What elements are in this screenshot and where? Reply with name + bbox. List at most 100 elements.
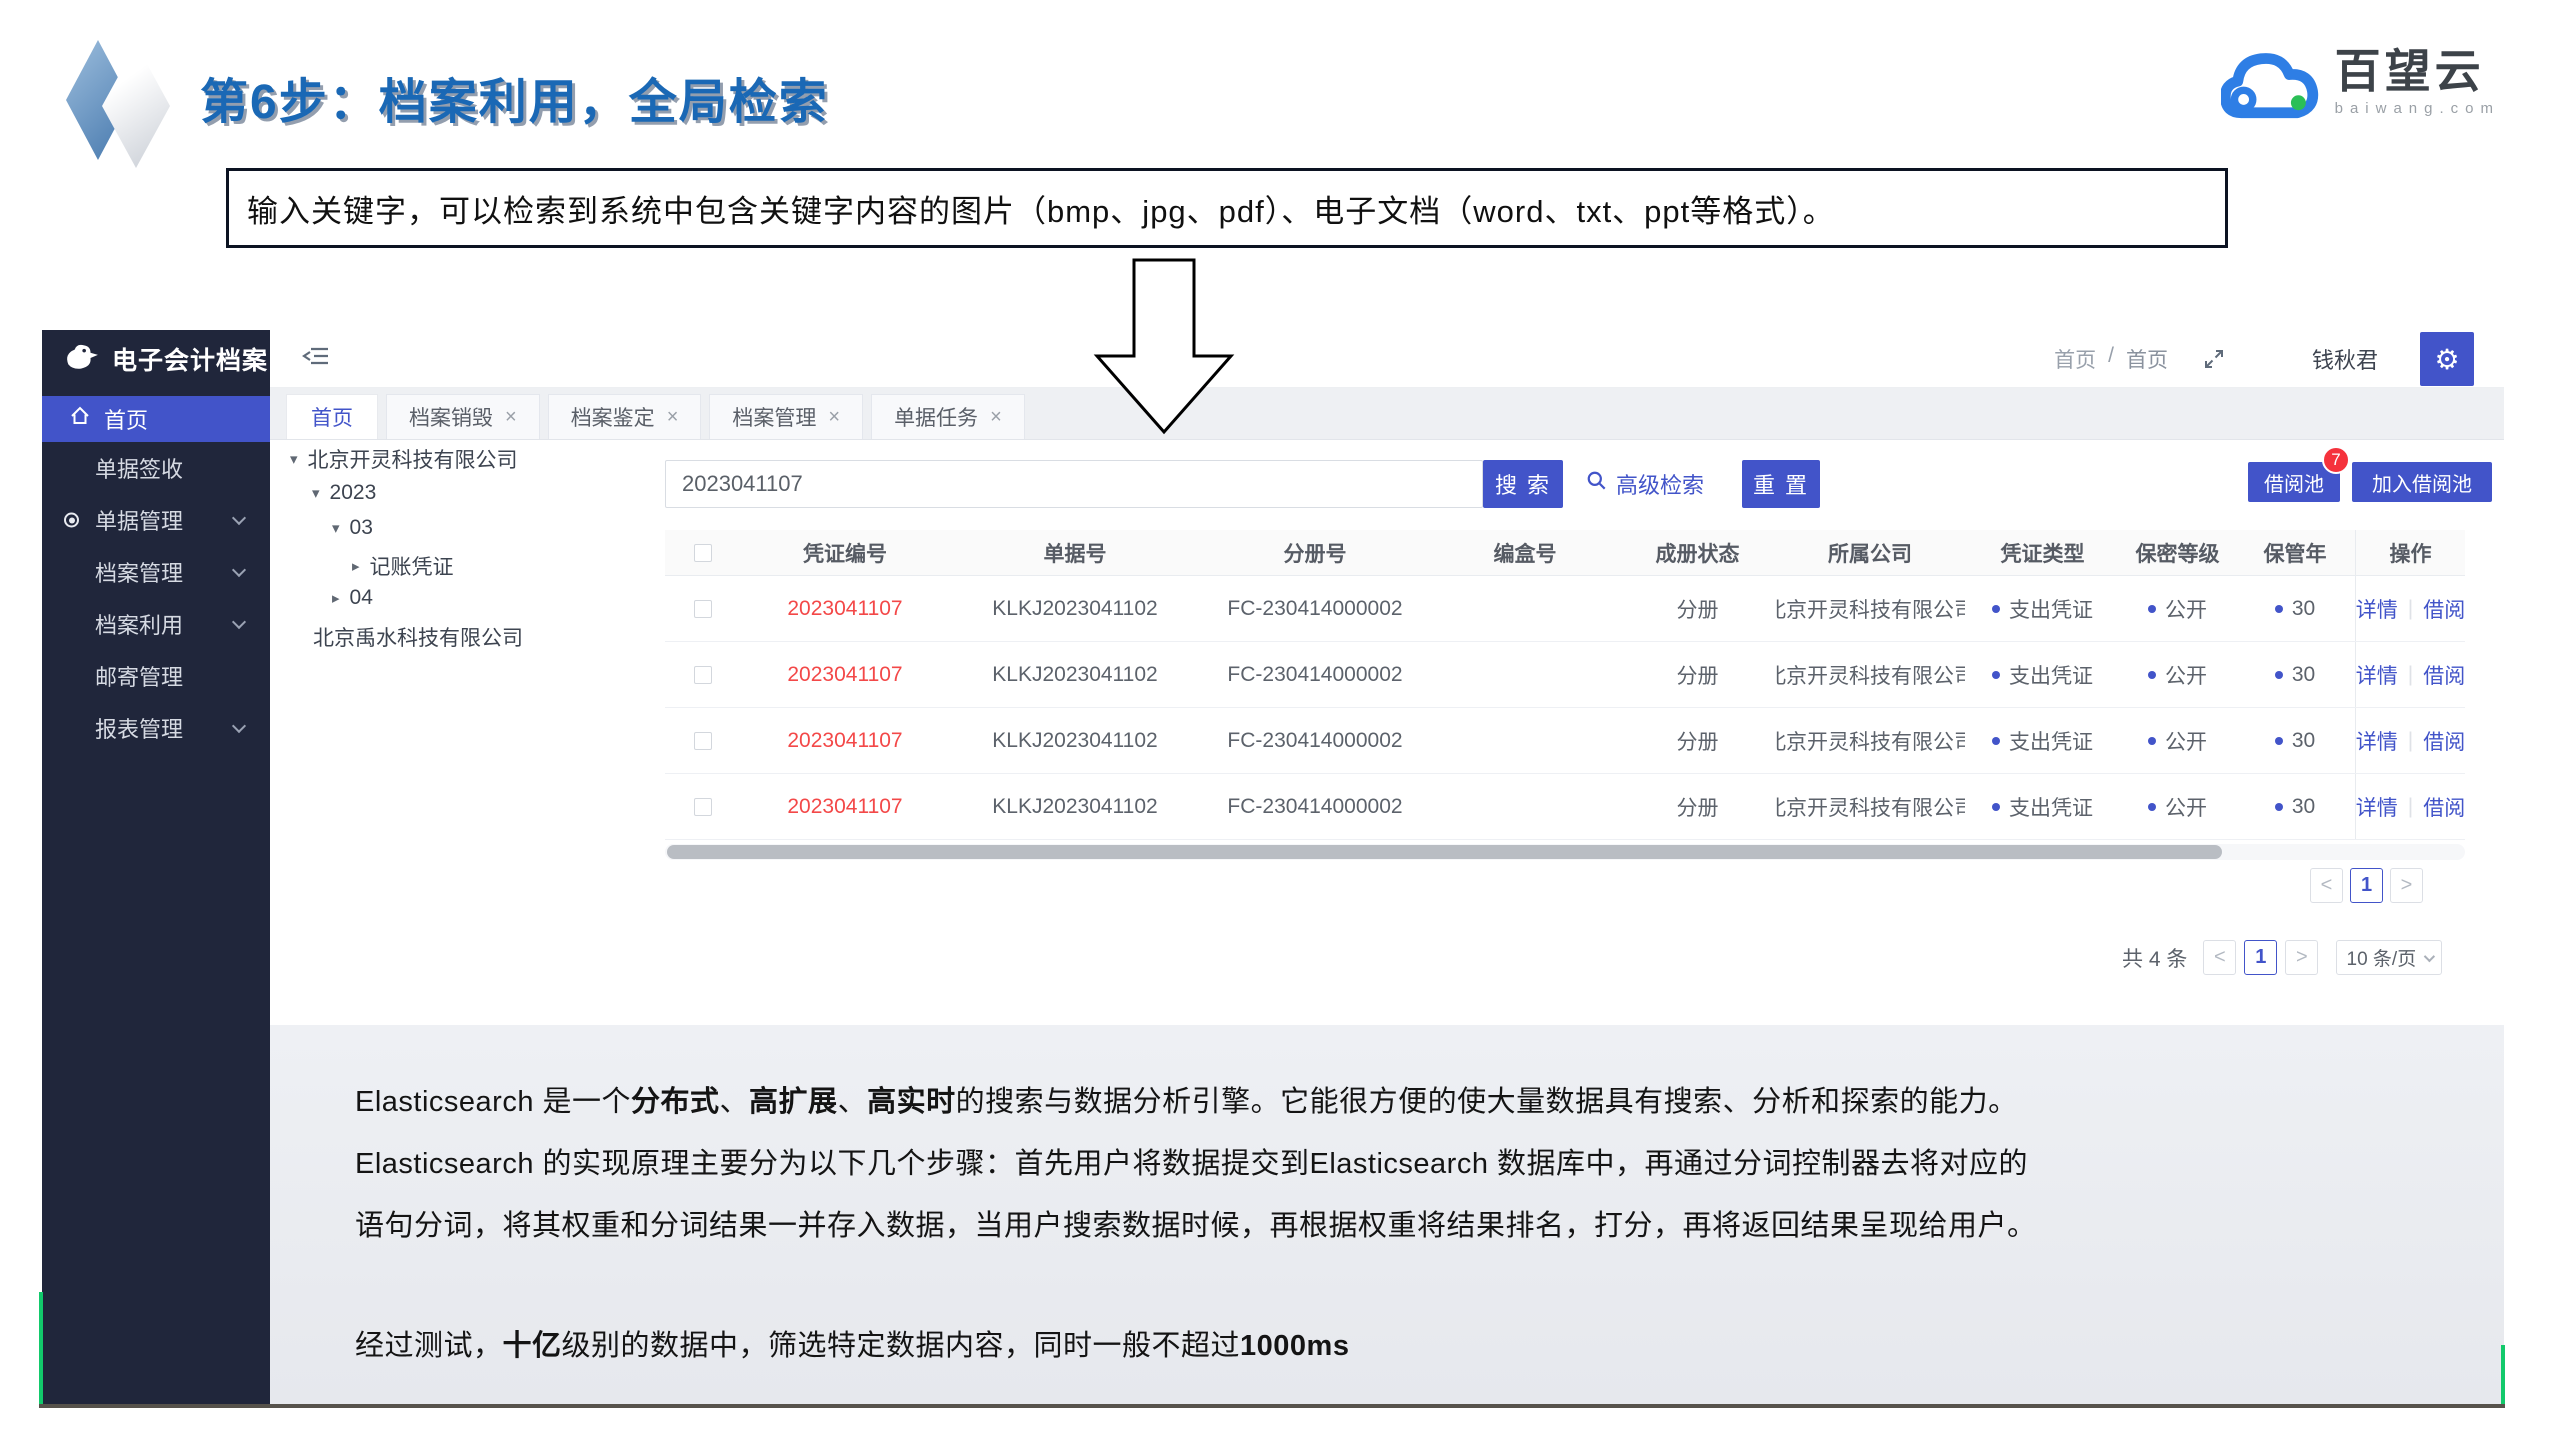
breadcrumb-root[interactable]: 首页 <box>2054 344 2096 374</box>
voucher-no-link[interactable]: 2023041107 <box>740 795 950 819</box>
app-brand-label: 电子会计档案 <box>112 347 269 375</box>
tree-node-company-2[interactable]: 北京禹水科技有限公司 <box>313 622 523 652</box>
sidebar-item-doc-sign[interactable]: 单据签收 <box>42 442 270 494</box>
caret-right-icon[interactable]: ▸ <box>352 557 360 575</box>
chevron-down-icon <box>231 718 247 734</box>
tab-bar: 首页 档案销毁 × 档案鉴定 × 档案管理 × 单据任务 × <box>270 388 2504 440</box>
caret-down-icon[interactable]: ▾ <box>290 450 298 468</box>
settings-button[interactable]: ⚙ <box>2420 332 2474 386</box>
tab-label: 档案销毁 <box>409 407 493 430</box>
voucher-type: 支出凭证 <box>1965 594 2120 624</box>
row-checkbox[interactable] <box>693 731 712 750</box>
tab-archive-appraise[interactable]: 档案鉴定 × <box>547 394 702 439</box>
prev-page-button[interactable]: < <box>2203 940 2237 975</box>
status: 分册 <box>1676 796 1719 820</box>
close-icon[interactable]: × <box>667 406 679 429</box>
caret-right-icon[interactable]: ▸ <box>332 589 340 607</box>
voucher-type: 支出凭证 <box>1965 792 2120 822</box>
tree-node-month-04[interactable]: ▸ 04 <box>332 586 373 610</box>
retention: 30 <box>2235 795 2355 819</box>
retention: 30 <box>2235 597 2355 621</box>
tree-node-voucher[interactable]: ▸ 记账凭证 <box>352 551 454 581</box>
app-navbar: 首页 / 首页 钱秋君 ⚙ <box>270 330 2504 388</box>
sidebar-item-doc-manage[interactable]: 单据管理 <box>42 494 270 546</box>
close-icon[interactable]: × <box>828 406 840 429</box>
current-user[interactable]: 钱秋君 <box>2312 343 2378 375</box>
voucher-type: 支出凭证 <box>1965 726 2120 756</box>
fullscreen-icon[interactable] <box>2202 347 2226 371</box>
sidebar-item-label: 单据管理 <box>95 509 184 534</box>
borrow-link[interactable]: 借阅 <box>2423 792 2465 822</box>
logo-name: 百望云 <box>2334 45 2485 97</box>
tree-node-month-03[interactable]: ▾ 03 <box>332 516 373 540</box>
type-dot-icon <box>1992 604 2000 613</box>
caret-down-icon[interactable]: ▾ <box>312 484 320 502</box>
table-row: 2023041107 KLKJ2023041102 FC-23041400000… <box>665 774 2465 840</box>
detail-link[interactable]: 详情 <box>2356 594 2398 624</box>
tab-doc-task[interactable]: 单据任务 × <box>871 394 1025 439</box>
close-icon[interactable]: × <box>990 406 1002 429</box>
search-button[interactable]: 搜 索 <box>1483 460 1563 508</box>
tree-label: 04 <box>349 586 373 609</box>
sidebar-menu: 首页 单据签收 单据管理 档案管理 档案利用 邮寄管理 报表管理 <box>42 396 270 754</box>
tab-archive-manage[interactable]: 档案管理 × <box>709 394 864 439</box>
company: 北京开灵科技有限公司 <box>1775 598 1965 622</box>
sidebar-item-home[interactable]: 首页 <box>42 396 270 442</box>
sidebar-item-report-manage[interactable]: 报表管理 <box>42 702 270 754</box>
capture-edge-left <box>39 1292 43 1406</box>
col-status: 成册状态 <box>1655 542 1740 566</box>
select-all-checkbox[interactable] <box>693 543 712 562</box>
prev-page-button[interactable]: < <box>2310 868 2343 903</box>
caret-down-icon[interactable]: ▾ <box>332 519 340 537</box>
chevron-down-icon <box>231 510 247 526</box>
voucher-no-link[interactable]: 2023041107 <box>740 597 950 621</box>
tab-home[interactable]: 首页 <box>286 394 378 439</box>
tab-label: 档案管理 <box>732 407 817 430</box>
tree-node-year[interactable]: ▾ 2023 <box>312 481 376 505</box>
voucher-no-link[interactable]: 2023041107 <box>740 729 950 753</box>
search-input[interactable] <box>665 460 1483 508</box>
secrecy: 公开 <box>2120 660 2235 690</box>
detail-link[interactable]: 详情 <box>2356 726 2398 756</box>
current-page-button[interactable]: 1 <box>2244 940 2278 975</box>
page-size-select[interactable]: 10 条/页 <box>2336 940 2443 975</box>
tab-archive-destroy[interactable]: 档案销毁 × <box>386 394 540 439</box>
collapse-menu-icon[interactable] <box>302 345 330 372</box>
borrow-link[interactable]: 借阅 <box>2423 726 2465 756</box>
note-line-1: Elasticsearch 是一个分布式、高扩展、高实时的搜索与数据分析引擎。它… <box>355 1086 2018 1118</box>
type-dot-icon <box>1992 802 2000 811</box>
instruction-box: 输入关键字，可以检索到系统中包含关键字内容的图片（bmp、jpg、pdf）、电子… <box>226 168 2228 248</box>
detail-link[interactable]: 详情 <box>2356 660 2398 690</box>
advanced-search-link[interactable]: 高级检索 <box>1586 460 1704 508</box>
tab-label: 首页 <box>311 407 353 430</box>
col-retention: 保管年 <box>2263 542 2327 566</box>
sidebar-item-archive-use[interactable]: 档案利用 <box>42 598 270 650</box>
down-arrow <box>1093 258 1235 435</box>
current-page-button[interactable]: 1 <box>2350 868 2383 903</box>
volume-no: FC-230414000002 <box>1227 794 1403 818</box>
add-to-pool-button[interactable]: 加入借阅池 <box>2352 462 2492 502</box>
tree-node-company-1[interactable]: ▾ 北京开灵科技有限公司 <box>290 444 518 474</box>
row-checkbox[interactable] <box>693 797 712 816</box>
slide-canvas: 第6步：档案利用，全局检索 百望云 baiwang.com 输入关键字，可以检索… <box>0 0 2560 1440</box>
reset-button[interactable]: 重 置 <box>1742 460 1820 508</box>
sidebar-item-mail-manage[interactable]: 邮寄管理 <box>42 650 270 702</box>
chevron-down-icon <box>2423 950 2436 962</box>
sidebar-item-label: 档案利用 <box>95 613 184 638</box>
secrecy: 公开 <box>2120 594 2235 624</box>
doc-no: KLKJ2023041102 <box>992 596 1158 620</box>
horizontal-scrollbar-thumb[interactable] <box>667 845 2222 859</box>
secrecy-dot-icon <box>2148 604 2156 613</box>
next-page-button[interactable]: > <box>2285 940 2319 975</box>
row-checkbox[interactable] <box>693 599 712 618</box>
next-page-button[interactable]: > <box>2390 868 2423 903</box>
borrow-link[interactable]: 借阅 <box>2423 594 2465 624</box>
voucher-no-link[interactable]: 2023041107 <box>740 663 950 687</box>
close-icon[interactable]: × <box>505 406 517 429</box>
sidebar-item-archive-manage[interactable]: 档案管理 <box>42 546 270 598</box>
detail-link[interactable]: 详情 <box>2356 792 2398 822</box>
row-checkbox[interactable] <box>693 665 712 684</box>
borrow-link[interactable]: 借阅 <box>2423 660 2465 690</box>
secrecy-dot-icon <box>2148 802 2156 811</box>
secrecy-dot-icon <box>2148 736 2156 745</box>
